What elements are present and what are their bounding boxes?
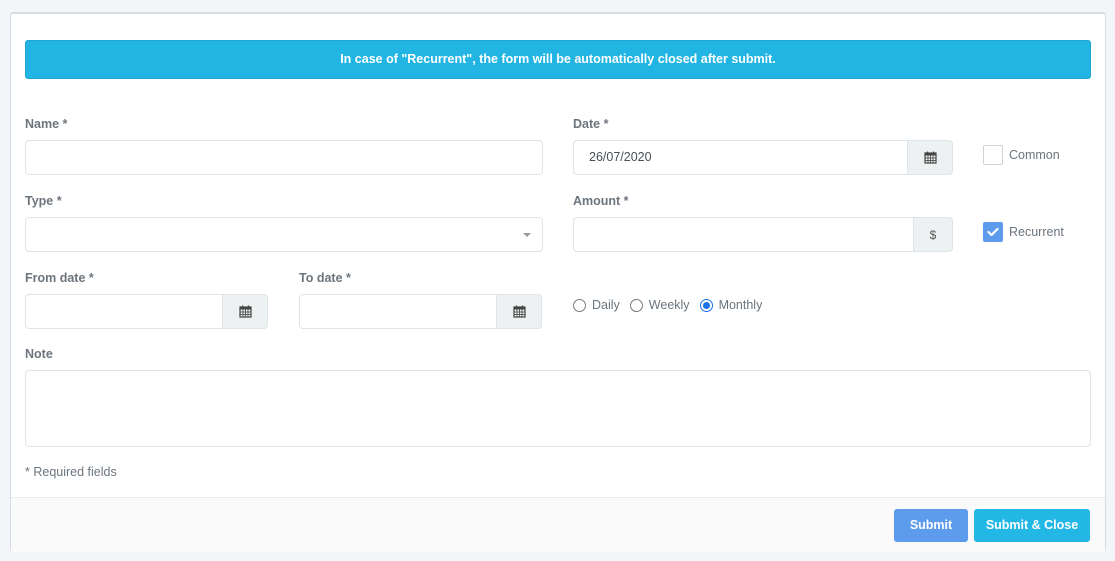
radio-weekly-label: Weekly bbox=[648, 298, 690, 312]
common-checkbox-wrap[interactable]: Common bbox=[983, 145, 1060, 165]
to-date-input[interactable] bbox=[299, 294, 496, 329]
radio-daily-label: Daily bbox=[592, 298, 620, 312]
amount-label: Amount * bbox=[573, 194, 629, 208]
calendar-icon bbox=[923, 151, 937, 164]
recurrent-label: Recurrent bbox=[1009, 225, 1064, 239]
calendar-icon bbox=[238, 305, 252, 318]
date-label: Date * bbox=[573, 117, 609, 131]
name-label: Name * bbox=[25, 117, 68, 131]
required-fields-note: * Required fields bbox=[25, 465, 117, 479]
submit-button[interactable]: Submit bbox=[894, 509, 968, 542]
frequency-radio-group: Daily Weekly Monthly bbox=[573, 298, 772, 312]
radio-monthly[interactable]: Monthly bbox=[699, 298, 763, 312]
chevron-down-icon bbox=[523, 233, 531, 237]
radio-monthly-label: Monthly bbox=[718, 298, 763, 312]
date-picker-button[interactable] bbox=[907, 140, 953, 175]
radio-daily[interactable]: Daily bbox=[573, 298, 620, 312]
to-date-picker-button[interactable] bbox=[496, 294, 542, 329]
type-select[interactable] bbox=[25, 217, 543, 252]
to-date-label: To date * bbox=[299, 271, 351, 285]
amount-input[interactable] bbox=[573, 217, 913, 252]
date-input[interactable]: 26/07/2020 bbox=[573, 140, 907, 175]
common-label: Common bbox=[1009, 148, 1060, 162]
note-label: Note bbox=[25, 347, 53, 361]
form-footer: Submit Submit & Close bbox=[11, 497, 1105, 552]
checkmark-icon bbox=[987, 227, 999, 237]
form-card: In case of "Recurrent", the form will be… bbox=[10, 12, 1106, 552]
radio-weekly[interactable]: Weekly bbox=[629, 298, 690, 312]
radio-daily-input[interactable] bbox=[573, 298, 586, 312]
from-date-label: From date * bbox=[25, 271, 94, 285]
name-input[interactable] bbox=[25, 140, 543, 175]
recurrent-checkbox-wrap[interactable]: Recurrent bbox=[983, 222, 1064, 242]
recurrent-checkbox[interactable] bbox=[983, 222, 1003, 242]
from-date-input[interactable] bbox=[25, 294, 222, 329]
submit-close-button[interactable]: Submit & Close bbox=[974, 509, 1090, 542]
currency-addon: $ bbox=[913, 217, 953, 252]
from-date-input-group bbox=[25, 294, 268, 329]
calendar-icon bbox=[512, 305, 526, 318]
radio-weekly-input[interactable] bbox=[629, 298, 643, 312]
to-date-input-group bbox=[299, 294, 542, 329]
amount-input-group: $ bbox=[573, 217, 953, 252]
type-label: Type * bbox=[25, 194, 62, 208]
radio-monthly-input[interactable] bbox=[699, 298, 713, 312]
note-textarea[interactable] bbox=[25, 370, 1091, 447]
date-input-group: 26/07/2020 bbox=[573, 140, 953, 175]
from-date-picker-button[interactable] bbox=[222, 294, 268, 329]
common-checkbox[interactable] bbox=[983, 145, 1003, 165]
info-alert: In case of "Recurrent", the form will be… bbox=[25, 40, 1091, 79]
